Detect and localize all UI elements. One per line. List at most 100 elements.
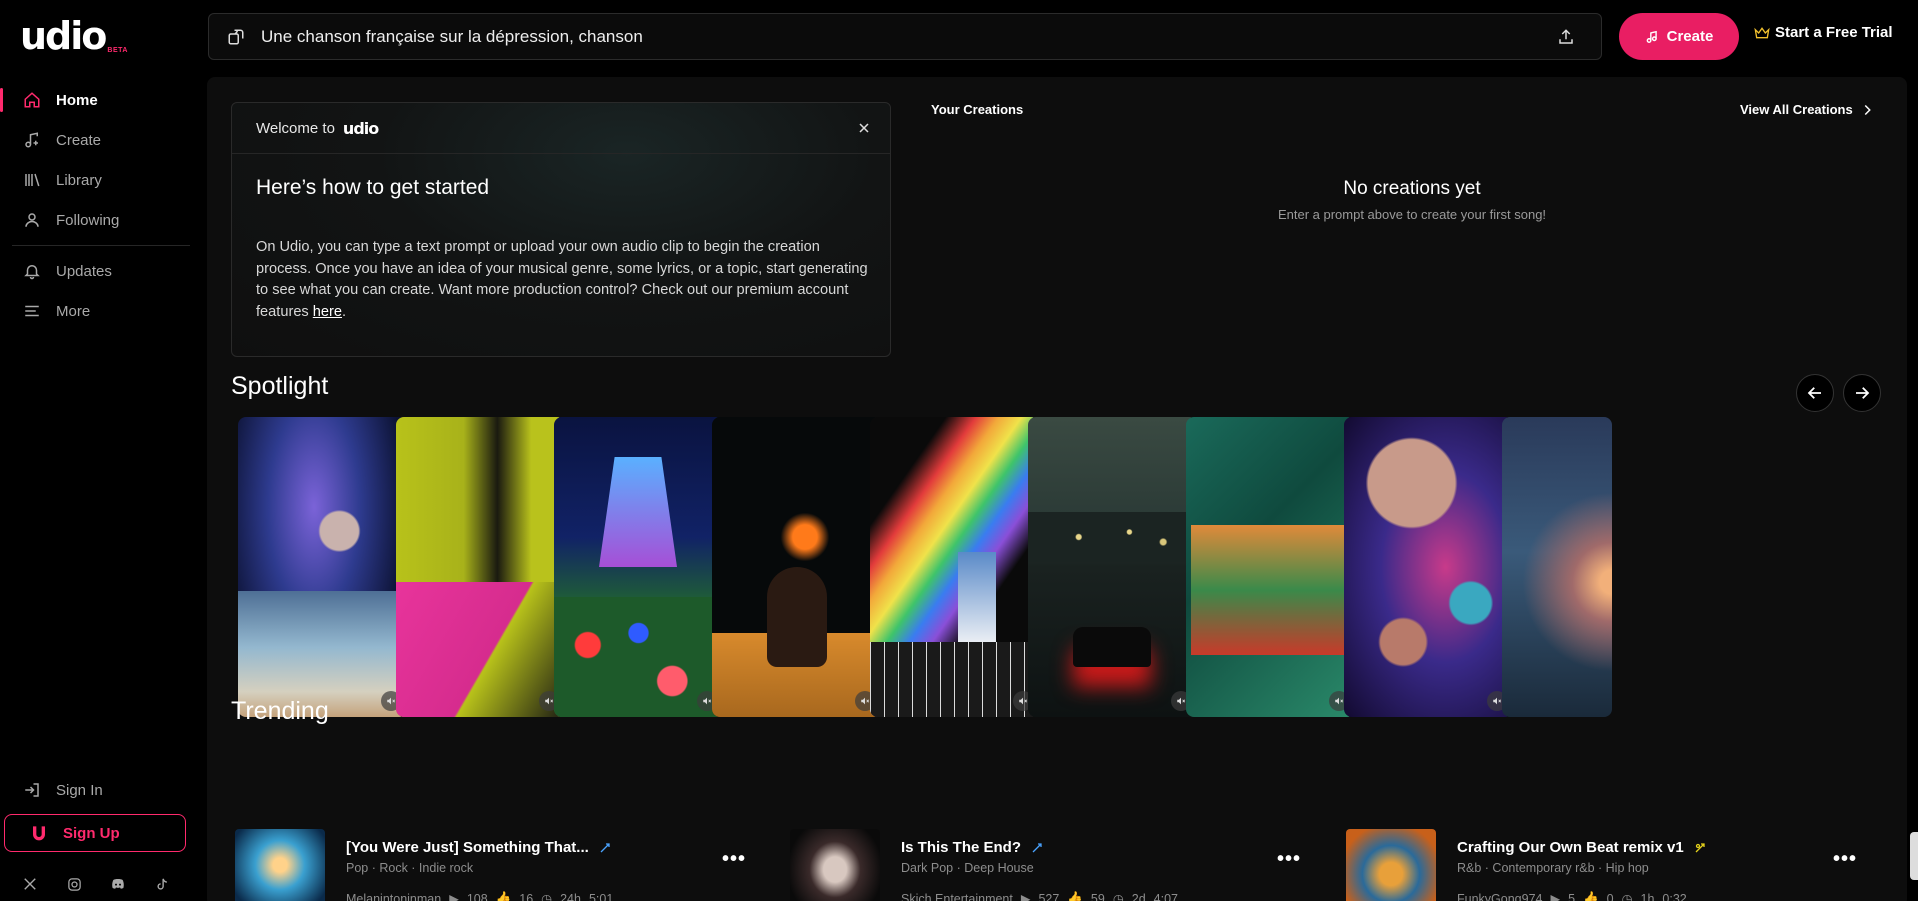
play-count-icon: ▶ xyxy=(1550,892,1561,901)
beta-badge: BETA xyxy=(107,47,128,54)
scrollbar[interactable] xyxy=(1910,832,1918,880)
premium-features-link[interactable]: here xyxy=(313,304,342,320)
carousel-next-button[interactable] xyxy=(1843,374,1881,412)
track-title-text: Is This The End? xyxy=(901,839,1022,856)
spotlight-card-ufo-flowers[interactable] xyxy=(554,417,723,717)
card-artwork-figures xyxy=(1191,525,1350,655)
spotlight-card-fire-rider[interactable] xyxy=(712,417,881,717)
track-cover[interactable] xyxy=(1346,829,1436,901)
create-label: Create xyxy=(1666,28,1714,45)
track-title[interactable]: Is This The End? xyxy=(901,839,1043,856)
sidebar-item-create[interactable]: Create xyxy=(0,120,190,160)
track-title[interactable]: Crafting Our Own Beat remix v1 xyxy=(1457,839,1706,856)
track-duration: 0:32 xyxy=(1662,891,1687,901)
your-creations-title: Your Creations xyxy=(931,102,1024,117)
trending-title: Trending xyxy=(231,697,329,725)
track-cover[interactable] xyxy=(790,829,880,901)
welcome-logo: udio xyxy=(342,118,379,138)
spotlight-carousel xyxy=(238,417,1884,717)
trending-item: Is This The End? Dark Pop · Deep House S… xyxy=(790,829,1310,901)
music-note-icon xyxy=(22,130,42,150)
prompt-input[interactable] xyxy=(261,26,1555,47)
sign-in-button[interactable]: Sign In xyxy=(0,770,190,810)
card-artwork-horse xyxy=(767,567,827,667)
spotlight-card-cat-figure[interactable] xyxy=(396,417,565,717)
track-meta: Melanintoninman ▶ 108 👍 16 ◷ 24h 5:01 xyxy=(346,891,613,901)
spotlight-card-night-city-car[interactable] xyxy=(1028,417,1197,717)
arrow-left-icon xyxy=(1806,384,1824,402)
discord-icon[interactable] xyxy=(108,874,128,894)
spotlight-card-cosmic-beach[interactable] xyxy=(238,417,407,717)
spotlight-card-painted-figures[interactable] xyxy=(1186,417,1355,717)
home-icon xyxy=(22,90,42,110)
welcome-title: Here’s how to get started xyxy=(256,176,490,199)
carousel-prev-button[interactable] xyxy=(1796,374,1834,412)
create-button[interactable]: Create xyxy=(1619,13,1739,60)
track-title[interactable]: [You Were Just] Something That... xyxy=(346,839,611,856)
free-trial-button[interactable]: Start a Free Trial xyxy=(1754,24,1893,41)
menu-icon xyxy=(22,301,42,321)
tiktok-icon[interactable] xyxy=(152,874,172,894)
sidebar-item-label: More xyxy=(56,302,91,320)
prompt-shuffle-icon[interactable] xyxy=(225,26,247,48)
track-tags: Dark Pop · Deep House xyxy=(901,861,1034,875)
arrow-right-icon xyxy=(1853,384,1871,402)
sidebar-nav: Home Create Library Following Updates Mo… xyxy=(0,80,190,331)
view-all-creations-link[interactable]: View All Creations xyxy=(1740,102,1872,117)
sidebar-item-following[interactable]: Following xyxy=(0,200,190,240)
verified-badge-icon xyxy=(599,842,611,854)
ai-badge-icon xyxy=(1694,842,1706,854)
spotlight-card-planets[interactable] xyxy=(1344,417,1513,717)
sign-up-label: Sign Up xyxy=(63,824,120,842)
track-age: 2d xyxy=(1131,891,1146,901)
welcome-body-end: . xyxy=(342,303,347,320)
view-all-label: View All Creations xyxy=(1740,102,1853,117)
trending-item: Crafting Our Own Beat remix v1 R&b · Con… xyxy=(1346,829,1866,901)
sidebar-item-library[interactable]: Library xyxy=(0,160,190,200)
welcome-header: Welcome to udio xyxy=(232,103,890,154)
sidebar-item-more[interactable]: More xyxy=(0,291,190,331)
x-icon[interactable] xyxy=(20,874,40,894)
like-count: 59 xyxy=(1090,891,1105,901)
verified-badge-icon xyxy=(1031,842,1043,854)
empty-state-subtitle: Enter a prompt above to create your firs… xyxy=(1277,207,1547,222)
instagram-icon[interactable] xyxy=(64,874,84,894)
sidebar-divider xyxy=(12,245,190,246)
bell-icon xyxy=(22,261,42,281)
more-options-icon[interactable]: ••• xyxy=(1833,848,1857,871)
like-count: 0 xyxy=(1606,891,1614,901)
sidebar-item-label: Library xyxy=(56,171,102,189)
track-cover[interactable] xyxy=(235,829,325,901)
main-panel: Welcome to udio Here’s how to get starte… xyxy=(207,77,1907,901)
udio-logo[interactable]: udio BETA xyxy=(20,16,128,56)
more-options-icon[interactable]: ••• xyxy=(1277,848,1301,871)
close-icon[interactable] xyxy=(854,118,874,138)
track-artist[interactable]: Skich Entertainment xyxy=(901,892,1013,901)
play-count: 527 xyxy=(1038,891,1060,901)
sidebar-item-home[interactable]: Home xyxy=(0,80,190,120)
track-artist[interactable]: FunkyGong974 xyxy=(1457,892,1542,901)
track-artist[interactable]: Melanintoninman xyxy=(346,892,441,901)
card-artwork-city xyxy=(1028,512,1197,562)
welcome-body: On Udio, you can type a text prompt or u… xyxy=(256,237,872,323)
play-count-icon: ▶ xyxy=(449,892,459,901)
like-icon[interactable]: 👍 xyxy=(496,891,512,901)
sidebar-auth: Sign In Sign Up xyxy=(0,770,190,852)
sign-up-button[interactable]: Sign Up xyxy=(4,814,186,852)
like-icon[interactable]: 👍 xyxy=(1583,891,1599,901)
spotlight-card-rainbow-portal[interactable] xyxy=(870,417,1039,717)
sidebar: udio BETA Home Create Library Following … xyxy=(0,0,200,901)
spotlight-card-sunset-landscape[interactable] xyxy=(1502,417,1612,717)
track-duration: 4:07 xyxy=(1153,891,1178,901)
like-icon[interactable]: 👍 xyxy=(1067,891,1083,901)
sign-in-icon xyxy=(22,780,42,800)
sidebar-item-label: Updates xyxy=(56,262,112,280)
sidebar-item-updates[interactable]: Updates xyxy=(0,251,190,291)
welcome-card: Welcome to udio Here’s how to get starte… xyxy=(231,102,891,357)
upload-icon[interactable] xyxy=(1555,26,1577,48)
more-options-icon[interactable]: ••• xyxy=(722,848,746,871)
prompt-bar xyxy=(208,13,1602,60)
track-meta: Skich Entertainment ▶ 527 👍 59 ◷ 2d 4:07 xyxy=(901,891,1178,901)
user-icon xyxy=(22,210,42,230)
track-duration: 5:01 xyxy=(588,891,614,901)
